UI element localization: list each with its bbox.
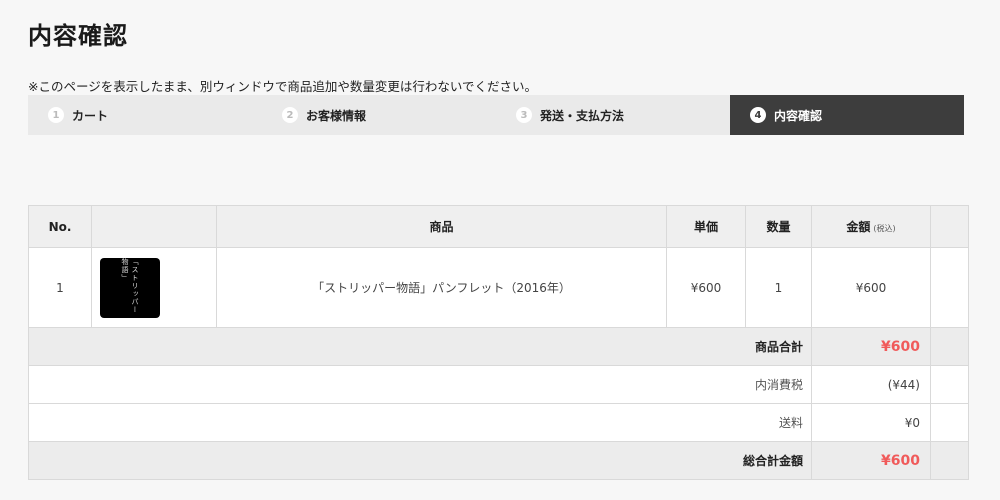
item-image-cell: 「ストリッパー物語」 <box>91 247 217 328</box>
shipping-extra <box>930 403 969 442</box>
subtotal-value: ¥600 <box>811 327 931 366</box>
subtotal-extra <box>930 327 969 366</box>
step-confirm: 4 内容確認 <box>730 95 964 135</box>
total-row: 総合計金額 ¥600 <box>28 441 969 480</box>
step-label: お客様情報 <box>306 108 367 123</box>
tax-included-note: (税込) <box>873 224 896 233</box>
step-label: 発送・支払方法 <box>540 108 625 123</box>
item-amount: ¥600 <box>811 247 931 328</box>
step-shipping-payment: 3 発送・支払方法 <box>496 95 730 135</box>
step-number: 3 <box>516 107 532 123</box>
item-quantity: 1 <box>745 247 812 328</box>
total-label: 総合計金額 <box>28 441 812 480</box>
step-customer-info: 2 お客様情報 <box>262 95 496 135</box>
step-number: 2 <box>282 107 298 123</box>
table-header-row: No. 商品 単価 数量 金額 (税込) <box>28 205 969 248</box>
tax-value: (¥44) <box>811 365 931 404</box>
step-label: カート <box>72 108 109 123</box>
header-amount: 金額 (税込) <box>811 205 931 248</box>
subtotal-label: 商品合計 <box>28 327 812 366</box>
total-value: ¥600 <box>811 441 931 480</box>
shipping-row: 送料 ¥0 <box>28 403 969 442</box>
order-confirmation-page: 内容確認 ※このページを表示したまま、別ウィンドウで商品追加や数量変更は行わない… <box>0 0 1000 500</box>
header-product: 商品 <box>216 205 667 248</box>
header-amount-label: 金額 <box>846 220 871 234</box>
step-label: 内容確認 <box>774 108 823 123</box>
subtotal-row: 商品合計 ¥600 <box>28 327 969 366</box>
step-number: 1 <box>48 107 64 123</box>
step-cart: 1 カート <box>28 95 262 135</box>
checkout-steps: 1 カート 2 お客様情報 3 発送・支払方法 4 内容確認 <box>28 95 964 135</box>
header-extra <box>930 205 969 248</box>
item-name: 「ストリッパー物語」パンフレット（2016年） <box>216 247 667 328</box>
notice-text: ※このページを表示したまま、別ウィンドウで商品追加や数量変更は行わないでください… <box>28 79 537 94</box>
header-quantity: 数量 <box>745 205 812 248</box>
tax-row: 内消費税 (¥44) <box>28 365 969 404</box>
item-unit-price: ¥600 <box>666 247 746 328</box>
page-title: 内容確認 <box>28 22 128 50</box>
step-number: 4 <box>750 107 766 123</box>
item-extra <box>930 247 969 328</box>
shipping-value: ¥0 <box>811 403 931 442</box>
product-thumbnail[interactable]: 「ストリッパー物語」 <box>100 257 160 318</box>
shipping-label: 送料 <box>28 403 812 442</box>
tax-label: 内消費税 <box>28 365 812 404</box>
header-image <box>91 205 217 248</box>
thumbnail-title: 「ストリッパー物語」 <box>121 257 139 314</box>
total-extra <box>930 441 969 480</box>
header-unit-price: 単価 <box>666 205 746 248</box>
tax-extra <box>930 365 969 404</box>
order-table: No. 商品 単価 数量 金額 (税込) 1 「ストリッパー物語」 「ストリッパー… <box>28 205 969 480</box>
header-no: No. <box>28 205 92 248</box>
table-row: 1 「ストリッパー物語」 「ストリッパー物語」パンフレット（2016年） ¥60… <box>28 247 969 328</box>
item-no: 1 <box>28 247 92 328</box>
